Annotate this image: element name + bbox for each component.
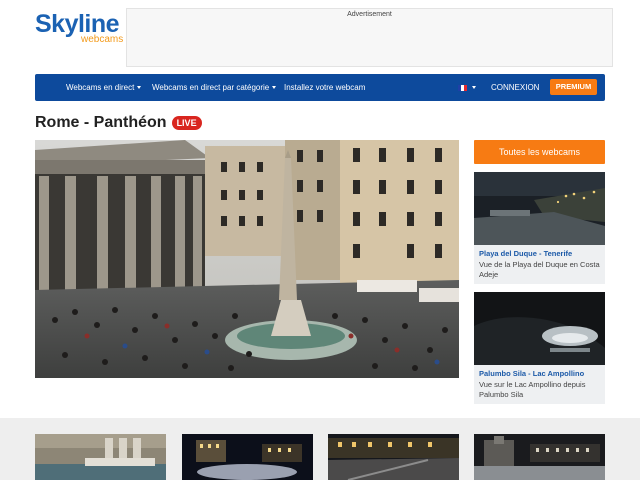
page: Skyline webcams Advertisement Webcams en…: [0, 0, 640, 480]
logo-subtitle: webcams: [81, 34, 124, 45]
related-webcam-thumbnail[interactable]: [474, 434, 605, 480]
nav-webcams-live[interactable]: Webcams en direct: [66, 74, 142, 101]
related-webcam-thumbnail[interactable]: [328, 434, 459, 480]
webcam-thumbnail: [474, 172, 605, 245]
webcam-thumbnail: [182, 434, 313, 480]
advertisement-label: Advertisement: [347, 11, 392, 18]
login-link[interactable]: CONNEXION: [491, 74, 539, 101]
nav-webcams-by-category-label: Webcams en direct par catégorie: [152, 83, 270, 92]
pantheon-webcam-image: [35, 140, 459, 378]
webcam-thumbnail: [328, 434, 459, 480]
main-webcam-view[interactable]: [35, 140, 459, 378]
nav-webcams-live-label: Webcams en direct: [66, 83, 135, 92]
webcam-card-title[interactable]: Playa del Duque - Tenerife: [474, 245, 605, 260]
page-title-row: Rome - Panthéon LIVE: [35, 112, 202, 134]
advertisement-box: Advertisement: [126, 8, 613, 67]
webcam-thumbnail: [474, 434, 605, 480]
logo-wordmark: Skyline: [35, 10, 120, 38]
nav-install-webcam[interactable]: Installez votre webcam: [284, 74, 365, 101]
webcam-card[interactable]: Palumbo Sila - Lac Ampollino Vue sur le …: [474, 292, 605, 404]
live-badge: LIVE: [171, 116, 202, 130]
french-flag-icon[interactable]: [458, 85, 467, 91]
chevron-down-icon: [137, 86, 142, 90]
skyline-logo[interactable]: Skyline webcams: [35, 12, 125, 46]
related-webcam-thumbnail[interactable]: [182, 434, 313, 480]
webcam-card-title[interactable]: Palumbo Sila - Lac Ampollino: [474, 365, 605, 380]
page-title: Rome - Panthéon: [35, 114, 167, 131]
webcam-card[interactable]: Playa del Duque - Tenerife Vue de la Pla…: [474, 172, 605, 284]
related-webcam-thumbnail[interactable]: [35, 434, 166, 480]
webcam-card-desc: Vue de la Playa del Duque en Costa Adeje: [479, 260, 600, 279]
webcam-thumbnail: [35, 434, 166, 480]
language-chevron-icon[interactable]: [472, 86, 476, 89]
chevron-down-icon: [272, 86, 277, 90]
main-navbar: Webcams en direct Webcams en direct par …: [35, 74, 605, 101]
premium-button[interactable]: PREMIUM: [550, 79, 597, 95]
nav-webcams-by-category[interactable]: Webcams en direct par catégorie: [152, 74, 277, 101]
webcam-thumbnail: [474, 292, 605, 365]
nav-install-webcam-label: Installez votre webcam: [284, 83, 366, 92]
all-webcams-button[interactable]: Toutes les webcams: [474, 140, 605, 164]
webcam-card-desc: Vue sur le Lac Ampollino depuis Palumbo …: [479, 380, 586, 399]
